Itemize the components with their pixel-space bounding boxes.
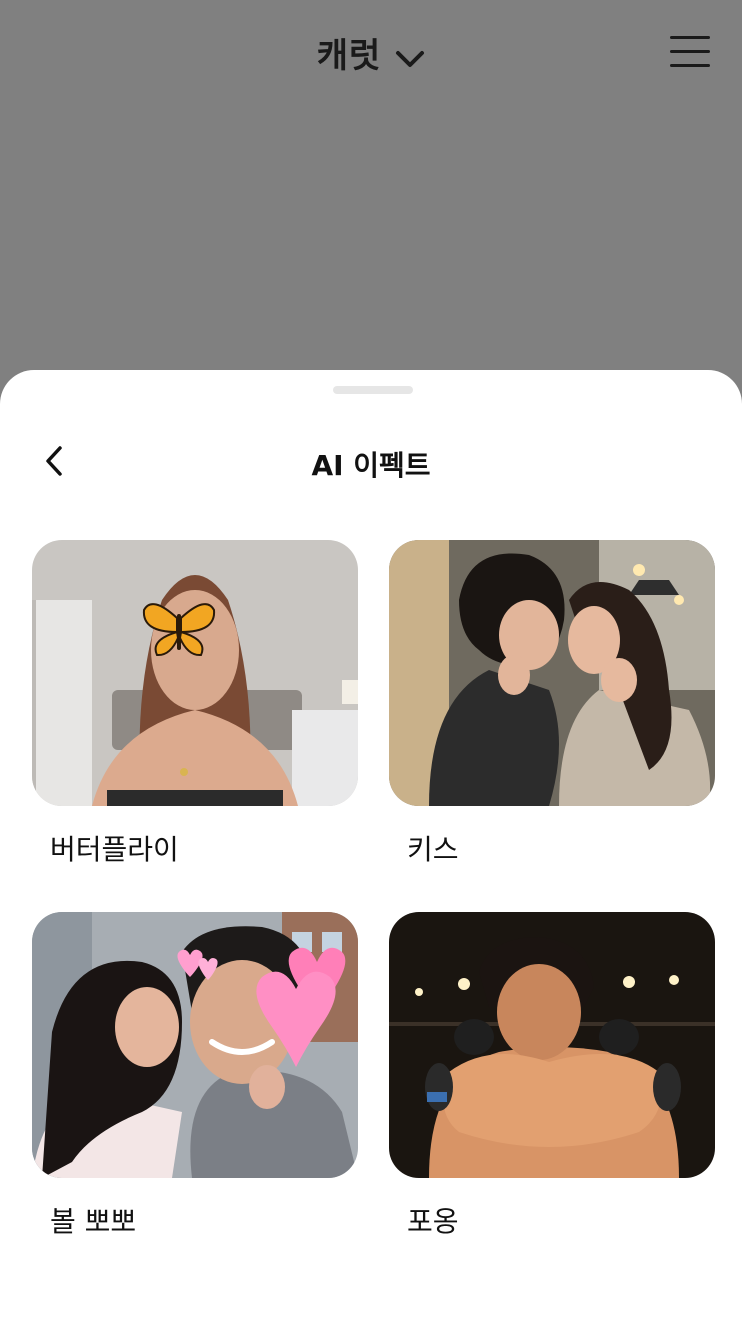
sheet-drag-handle[interactable] bbox=[333, 386, 413, 394]
effect-label: 키스 bbox=[407, 833, 459, 866]
effect-label: 볼 뽀뽀 bbox=[50, 1205, 137, 1238]
app-title-dropdown[interactable]: 캐럿 bbox=[0, 28, 742, 78]
effect-label: 버터플라이 bbox=[50, 833, 179, 866]
cheek-kiss-effect-photo bbox=[32, 912, 358, 1178]
hamburger-menu-icon[interactable] bbox=[670, 36, 712, 68]
kiss-effect-photo bbox=[389, 540, 715, 806]
effect-card-cheek-kiss[interactable]: 볼 뽀뽀 bbox=[32, 912, 358, 1240]
effect-label: 포옹 bbox=[407, 1205, 459, 1238]
sheet-title: AI 이펙트 bbox=[311, 449, 431, 482]
butterfly-effect-photo bbox=[32, 540, 358, 806]
effect-card-butterfly[interactable]: 버터플라이 bbox=[32, 540, 358, 868]
app-header: 캐럿 bbox=[0, 0, 742, 110]
hug-effect-photo bbox=[389, 912, 715, 1178]
app-title: 캐럿 bbox=[316, 36, 382, 76]
effect-card-hug[interactable]: 포옹 bbox=[389, 912, 715, 1240]
effect-card-kiss[interactable]: 키스 bbox=[389, 540, 715, 868]
chevron-down-icon bbox=[395, 38, 425, 78]
effects-bottom-sheet: AI 이펙트 버터플라이 키스 볼 뽀뽀 포옹 bbox=[0, 370, 742, 1326]
